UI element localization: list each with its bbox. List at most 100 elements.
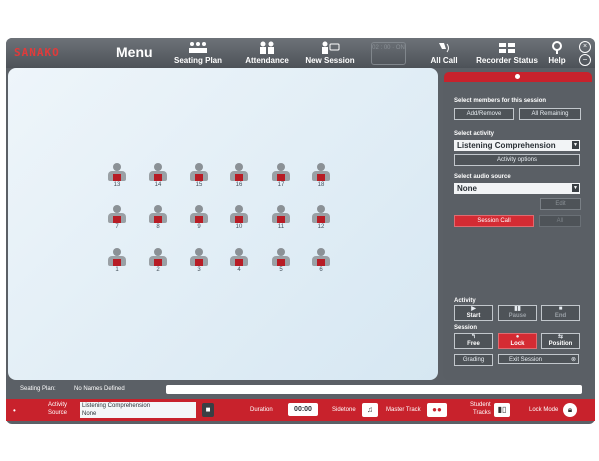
student-seat[interactable]: 10 — [228, 205, 250, 230]
grading-button[interactable]: Grading — [454, 354, 493, 366]
pause-icon: ▮▮ — [514, 306, 521, 312]
end-button[interactable]: ■ End — [541, 305, 580, 321]
edit-button[interactable]: Edit — [540, 198, 581, 210]
student-head-icon — [317, 248, 325, 256]
all-remaining-button[interactable]: All Remaining — [519, 108, 581, 120]
seat-number: 14 — [154, 182, 162, 188]
student-head-icon — [317, 205, 325, 213]
seat-number: 8 — [156, 224, 160, 230]
student-head-icon — [277, 163, 285, 171]
bullet-dot-icon: • — [13, 406, 16, 415]
activity-select-value: Listening Comprehension — [457, 141, 556, 150]
exit-session-button[interactable]: Exit Session ⊗ — [498, 354, 579, 364]
seat-number: 15 — [195, 182, 203, 188]
lock-button[interactable]: ● Lock — [498, 333, 537, 349]
play-icon: ▶ — [471, 306, 476, 312]
add-remove-button[interactable]: Add/Remove — [454, 108, 514, 120]
attendance-button[interactable]: Attendance — [243, 41, 291, 67]
all-call-disabled-button[interactable]: All — [539, 215, 581, 227]
student-seat[interactable]: 3 — [188, 248, 210, 273]
start-button[interactable]: ▶ Start — [454, 305, 493, 321]
student-seat[interactable]: 4 — [228, 248, 250, 273]
activity-options-button[interactable]: Activity options — [454, 154, 580, 166]
student-seat[interactable]: 13 — [106, 163, 128, 188]
audio-source-value: None — [457, 184, 477, 193]
attendance-label: Attendance — [245, 56, 289, 65]
help-icon — [552, 41, 562, 54]
position-button[interactable]: ⇆ Position — [541, 333, 580, 349]
student-seat[interactable]: 11 — [270, 205, 292, 230]
student-seat[interactable]: 14 — [147, 163, 169, 188]
activity-status-label: Activity — [48, 402, 68, 408]
student-seat[interactable]: 2 — [147, 248, 169, 273]
seat-number: 3 — [197, 267, 201, 273]
student-seat[interactable]: 12 — [310, 205, 332, 230]
lock-mode-label: Lock Mode — [529, 407, 559, 413]
pause-button[interactable]: ▮▮ Pause — [498, 305, 537, 321]
duration-value: 00:00 — [288, 403, 318, 416]
seat-number: 4 — [237, 267, 241, 273]
student-desk-icon — [190, 256, 208, 266]
student-tracks-icon[interactable]: ▮▯ — [494, 403, 510, 417]
new-session-icon — [322, 41, 340, 54]
activity-section-label: Activity — [454, 298, 476, 304]
seat-number: 6 — [319, 267, 323, 273]
help-button[interactable]: Help — [545, 41, 569, 67]
help-label: Help — [548, 56, 566, 65]
student-desk-icon — [149, 213, 167, 223]
student-desk-icon — [108, 213, 126, 223]
source-status-label: Source — [48, 410, 68, 416]
student-seat[interactable]: 16 — [228, 163, 250, 188]
student-seat[interactable]: 6 — [310, 248, 332, 273]
sanako-logo: SANAKO — [14, 46, 60, 59]
chevron-down-icon: ▼ — [572, 141, 579, 149]
student-desk-icon — [312, 171, 330, 181]
seat-number: 16 — [235, 182, 243, 188]
student-seat[interactable]: 18 — [310, 163, 332, 188]
student-seat[interactable]: 9 — [188, 205, 210, 230]
seat-number: 7 — [115, 224, 119, 230]
pause-label: Pause — [508, 313, 527, 319]
student-desk-icon — [108, 171, 126, 181]
headset-icon[interactable]: ♫ — [362, 403, 378, 417]
student-desk-icon — [108, 256, 126, 266]
recorder-status-label: Recorder Status — [476, 56, 538, 65]
menu-button[interactable]: Menu — [116, 44, 153, 60]
student-desk-icon — [312, 213, 330, 223]
activity-select[interactable]: Listening Comprehension ▼ — [454, 140, 580, 151]
student-head-icon — [235, 248, 243, 256]
all-call-icon — [439, 43, 449, 53]
audio-source-select[interactable]: None ▼ — [454, 183, 580, 194]
all-call-button[interactable]: All Call — [427, 41, 461, 67]
seating-plan-status-value: No Names Defined — [74, 386, 125, 392]
record-icon[interactable]: ●● — [427, 403, 447, 417]
student-seat[interactable]: 8 — [147, 205, 169, 230]
chevron-down-icon: ▼ — [572, 184, 579, 192]
tracks-label: Tracks — [473, 410, 491, 416]
student-seat[interactable]: 7 — [106, 205, 128, 230]
student-desk-icon — [149, 256, 167, 266]
student-seat[interactable]: 15 — [188, 163, 210, 188]
student-seat[interactable]: 1 — [106, 248, 128, 273]
student-desk-icon — [230, 171, 248, 181]
seating-plan-button[interactable]: Seating Plan — [173, 41, 223, 67]
stop-square-icon[interactable]: ■ — [202, 403, 214, 417]
student-desk-icon — [312, 256, 330, 266]
minimize-icon[interactable]: − — [579, 54, 591, 66]
padlock-icon[interactable]: 🔒︎ — [563, 403, 577, 417]
recorder-status-button[interactable]: Recorder Status — [476, 41, 538, 67]
position-label: Position — [548, 341, 573, 347]
select-audio-label: Select audio source — [454, 174, 511, 180]
seat-number: 13 — [113, 182, 121, 188]
student-head-icon — [113, 205, 121, 213]
student-seat[interactable]: 5 — [270, 248, 292, 273]
student-head-icon — [154, 248, 162, 256]
session-call-button[interactable]: Session Call — [454, 215, 534, 227]
new-session-button[interactable]: New Session — [304, 41, 356, 67]
close-icon[interactable]: × — [579, 41, 591, 53]
student-seat[interactable]: 17 — [270, 163, 292, 188]
select-activity-label: Select activity — [454, 131, 495, 137]
panel-header — [444, 72, 592, 82]
free-button[interactable]: ↰ Free — [454, 333, 493, 349]
seating-plan-area: 13 14 15 16 17 18 7 8 9 10 11 12 1 2 3 4 5 6 — [8, 68, 438, 380]
